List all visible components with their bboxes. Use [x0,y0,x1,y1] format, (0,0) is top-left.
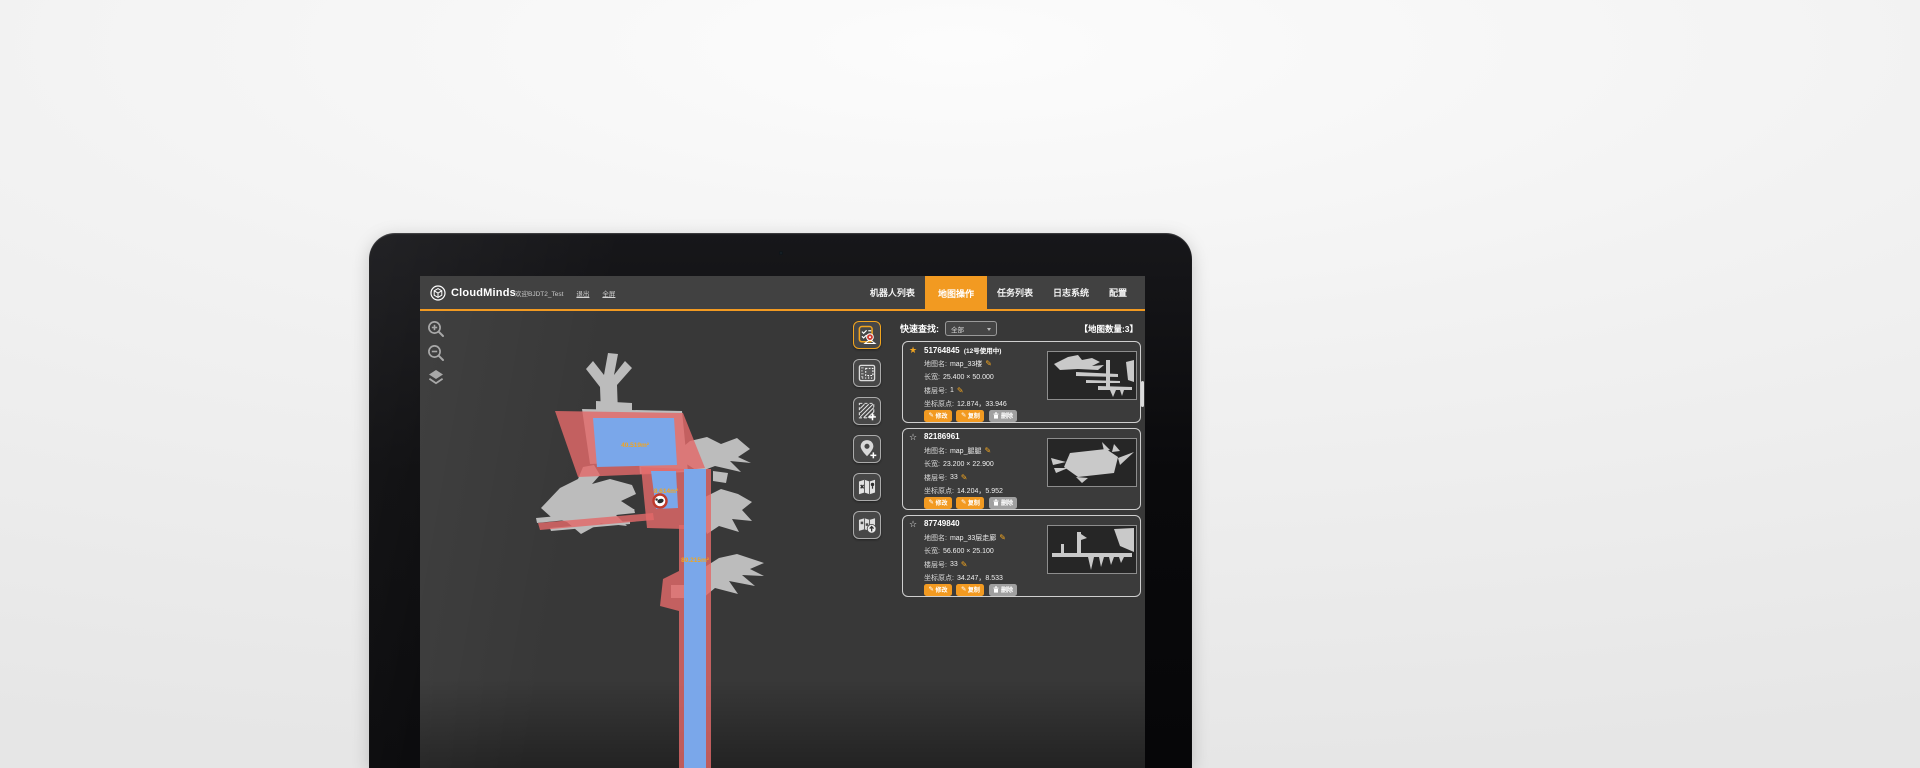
layers-icon[interactable] [427,368,445,386]
add-region-icon[interactable] [853,397,881,425]
copy-map-button[interactable]: ✎ 复制 [956,584,984,596]
map-floor-row: 楼层号: 33 ✎ [924,473,967,483]
tab-log-system[interactable]: 日志系统 [1043,276,1099,309]
edit-map-button[interactable]: ✎ 修改 [924,584,952,596]
nav-tabs: 机器人列表 地图操作 任务列表 日志系统 配置 [860,276,1145,311]
map-filter-value: 全部 [951,324,964,334]
quick-search-label: 快速查找: [900,322,939,335]
upload-map-icon[interactable] [853,511,881,539]
delete-map-button[interactable]: 删除 [989,584,1018,596]
tab-robot-list[interactable]: 机器人列表 [860,276,925,309]
tab-map-operation[interactable]: 地图操作 [925,276,987,311]
chevron-down-icon [987,328,991,331]
map-card-1: ★ 51764845 (12号使用中) 地图名: map_33楼 ✎ 长宽: 2… [902,341,1141,423]
favorite-star-icon[interactable]: ☆ [909,432,917,443]
pencil-icon: ✎ [961,413,966,420]
map-canvas[interactable]: 40.519m² 8.614m² 80.215m² [420,311,900,768]
edit-pencil-icon[interactable]: ✎ [999,534,1006,542]
measure-area-icon[interactable] [853,359,881,387]
map-size-row: 长宽: 56.600 × 25.100 [924,546,994,556]
trash-icon [993,412,999,419]
remove-map-icon[interactable] [853,473,881,501]
brand: CloudMinds [430,276,516,309]
edit-pencil-icon[interactable]: ✎ [984,447,991,455]
pencil-icon: ✎ [929,587,934,594]
map-card-2: ☆ 82186961 地图名: map_腿腿 ✎ 长宽: 23.200 × 22… [902,428,1141,510]
pencil-icon: ✎ [961,500,966,507]
tab-task-list[interactable]: 任务列表 [987,276,1043,309]
favorite-star-icon[interactable]: ★ [909,345,917,356]
map-id-number: 87749840 [924,519,960,528]
map-origin-row: 坐标原点: 12.874，33.946 [924,399,1007,409]
zoom-out-icon[interactable] [427,344,445,362]
laptop-frame: CloudMinds 欢迎BJDT2_Test 退出 全屏 机器人列表 地图操作… [369,233,1192,768]
trash-icon [993,499,999,506]
edit-pencil-icon[interactable]: ✎ [957,387,964,395]
copy-map-button[interactable]: ✎ 复制 [956,497,984,509]
brand-name: CloudMinds [451,287,516,299]
map-origin-row: 坐标原点: 14.204，5.952 [924,486,1003,496]
map-id: 51764845 (12号使用中) [924,345,1001,355]
map-name-row: 地图名: map_33层走廊 ✎ [924,533,1006,543]
map-thumbnail [1047,525,1137,574]
map-origin-row: 坐标原点: 34.247，8.533 [924,573,1003,583]
map-id: 87749840 [924,519,960,528]
zoom-in-icon[interactable] [427,320,445,338]
delete-map-button[interactable]: 删除 [989,410,1018,422]
edit-pencil-icon[interactable]: ✎ [985,360,992,368]
webcam-dot [779,251,783,255]
edit-map-button[interactable]: ✎ 修改 [924,497,952,509]
map-name-row: 地图名: map_腿腿 ✎ [924,446,991,456]
welcome-text: 欢迎BJDT2_Test [515,288,563,298]
map-zoom-controls [427,320,445,386]
add-poi-icon[interactable] [853,435,881,463]
card-actions: ✎ 修改 ✎ 复制 删除 [924,410,1017,422]
trash-icon [993,586,999,593]
map-size-row: 长宽: 23.200 × 22.900 [924,459,994,469]
pencil-icon: ✎ [929,500,934,507]
app-screen: CloudMinds 欢迎BJDT2_Test 退出 全屏 机器人列表 地图操作… [420,276,1145,768]
map-list-panel: 快速查找: 全部 【地图数量:3】 ★ 51764845 (12号使用中) [894,311,1145,768]
panel-scrollbar[interactable] [1141,381,1144,407]
map-id-number: 51764845 [924,346,960,355]
favorite-star-icon[interactable]: ☆ [909,519,917,530]
logout-link[interactable]: 退出 [576,288,589,298]
delete-map-button[interactable]: 删除 [989,497,1018,509]
pencil-icon: ✎ [929,413,934,420]
map-name-row: 地图名: map_33楼 ✎ [924,359,992,369]
edit-pencil-icon[interactable]: ✎ [961,561,968,569]
pencil-icon: ✎ [961,587,966,594]
top-navbar: CloudMinds 欢迎BJDT2_Test 退出 全屏 机器人列表 地图操作… [420,276,1145,311]
area-label-3: 80.215m² [681,557,710,564]
robot-position-marker [654,495,667,508]
map-floor-row: 楼层号: 33 ✎ [924,560,967,570]
cloudminds-logo-icon [430,285,446,301]
map-id: 82186961 [924,432,960,441]
quick-search-row: 快速查找: 全部 [900,321,997,336]
map-thumbnail [1047,351,1137,400]
map-card-3: ☆ 87749840 地图名: map_33层走廊 ✎ 长宽: 56.600 ×… [902,515,1141,597]
fullscreen-link[interactable]: 全屏 [602,288,615,298]
card-actions: ✎ 修改 ✎ 复制 删除 [924,497,1017,509]
map-toolbar [853,321,882,539]
area-label-1: 40.519m² [621,442,650,449]
copy-map-button[interactable]: ✎ 复制 [956,410,984,422]
edit-map-button[interactable]: ✎ 修改 [924,410,952,422]
map-size-row: 长宽: 25.400 × 50.000 [924,372,994,382]
task-checklist-pin-icon[interactable] [853,321,881,349]
desktop-background: CloudMinds 欢迎BJDT2_Test 退出 全屏 机器人列表 地图操作… [0,0,1920,768]
tab-settings[interactable]: 配置 [1099,276,1137,309]
card-actions: ✎ 修改 ✎ 复制 删除 [924,584,1017,596]
map-in-use-tag: (12号使用中) [964,348,1002,355]
map-thumbnail [1047,438,1137,487]
map-count-badge: 【地图数量:3】 [1079,323,1138,335]
user-links: 欢迎BJDT2_Test 退出 全屏 [515,276,615,309]
map-id-number: 82186961 [924,432,960,441]
map-floor-row: 楼层号: 1 ✎ [924,386,964,396]
map-filter-dropdown[interactable]: 全部 [945,321,997,336]
edit-pencil-icon[interactable]: ✎ [961,474,968,482]
